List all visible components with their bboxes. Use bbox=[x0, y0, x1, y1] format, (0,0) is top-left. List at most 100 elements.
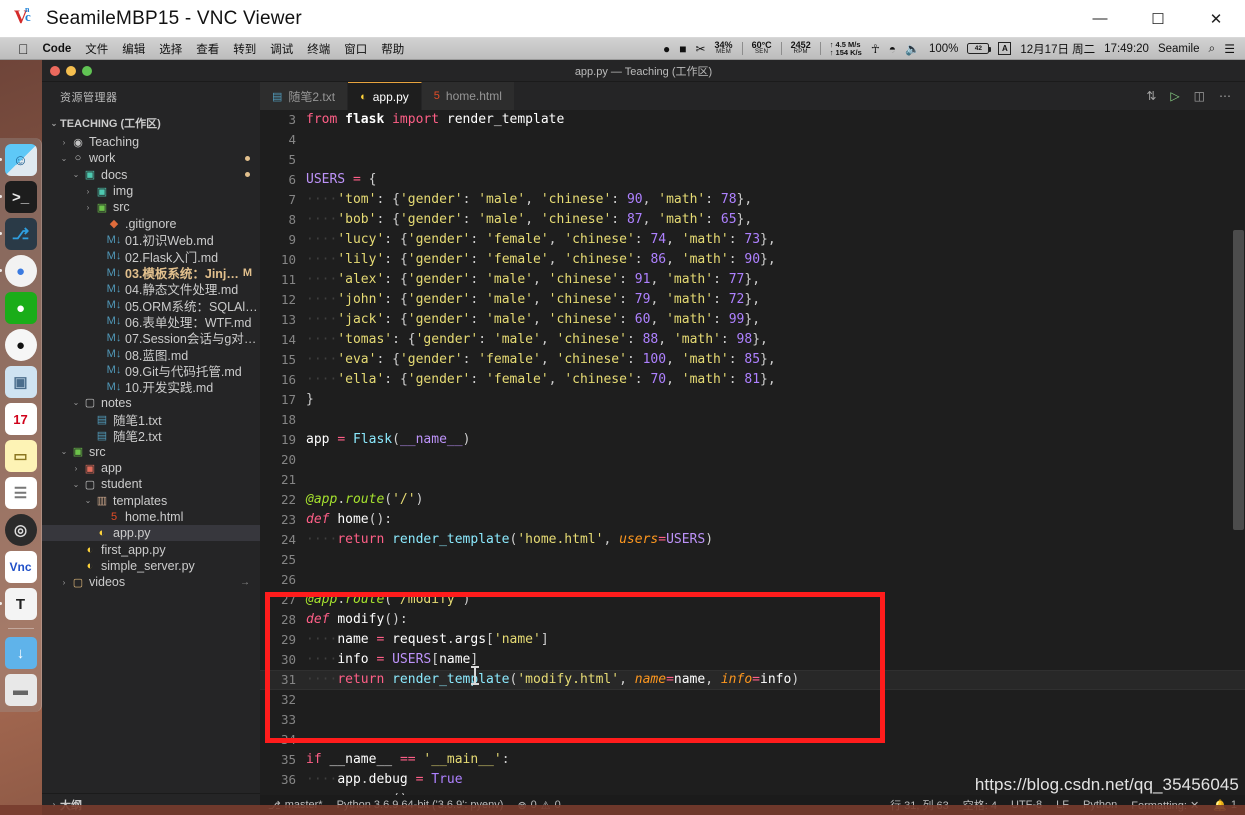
dock-icon-qq[interactable]: ● bbox=[4, 329, 37, 361]
tree-item-08.蓝图.md[interactable]: M↓ 08.蓝图.md bbox=[42, 346, 260, 363]
tree-item-teaching[interactable]: › ◉ Teaching bbox=[42, 134, 260, 150]
chevron-down-icon[interactable]: ⌄ bbox=[70, 170, 82, 179]
chevron-down-icon[interactable]: ⌄ bbox=[58, 154, 70, 163]
chevron-right-icon[interactable]: › bbox=[58, 138, 70, 147]
dock-icon-notes[interactable]: ▭ bbox=[4, 440, 37, 472]
tree-item-templates[interactable]: ⌄ ▥ templates bbox=[42, 493, 260, 509]
tree-item-img[interactable]: › ▣ img bbox=[42, 183, 260, 199]
code-editor[interactable]: 3 from flask import render_template 4 5 6 USE… bbox=[260, 110, 1245, 795]
editor-tab-app.py[interactable]: ◐ app.py bbox=[348, 82, 422, 110]
tree-item-06.表单处理-wtf.md[interactable]: M↓ 06.表单处理：WTF.md bbox=[42, 313, 260, 330]
tree-item-07.session会话与g对象.md[interactable]: M↓07.Session会话与g对象.md bbox=[42, 330, 260, 347]
docker-icon[interactable]: ☥ bbox=[871, 42, 880, 56]
scissors-icon[interactable]: ✂ bbox=[695, 42, 705, 56]
input-source-icon[interactable]: A bbox=[998, 42, 1012, 55]
wifi-icon[interactable]: ◓ bbox=[889, 42, 896, 56]
tree-item-app.py[interactable]: ◐ app.py bbox=[42, 525, 260, 542]
menubar-time[interactable]: 17:49:20 bbox=[1104, 43, 1149, 55]
code-token: 'gender' bbox=[399, 352, 463, 367]
chevron-right-icon[interactable]: › bbox=[70, 464, 82, 473]
tree-item-docs[interactable]: ⌄ ▣ docs bbox=[42, 167, 260, 183]
tree-item-02.flask入门.md[interactable]: M↓ 02.Flask入门.md bbox=[42, 248, 260, 265]
spotlight-search-icon[interactable]: ⌕ bbox=[1209, 41, 1216, 56]
editor-tab-随笔2.txt[interactable]: ▤ 随笔2.txt bbox=[260, 82, 349, 110]
dock-icon-vnc-viewer[interactable]: Vnc bbox=[4, 551, 37, 583]
tree-item-src[interactable]: ⌄ ▣ src bbox=[42, 444, 260, 460]
fan-rpm-indicator[interactable]: 2452 RPM bbox=[791, 40, 811, 56]
tree-item-simple_server.py[interactable]: ◐ simple_server.py bbox=[42, 558, 260, 574]
menu-debug[interactable]: 调试 bbox=[270, 41, 293, 57]
chevron-down-icon[interactable]: ⌄ bbox=[70, 398, 82, 407]
run-python-file-icon[interactable]: ▷ bbox=[1170, 89, 1179, 103]
tree-item-home.html[interactable]: 5 home.html bbox=[42, 509, 260, 525]
tree-item-10.开发实践.md[interactable]: M↓ 10.开发实践.md bbox=[42, 378, 260, 396]
maximize-button[interactable]: ☐ bbox=[1129, 0, 1187, 38]
chevron-down-icon[interactable]: ⌄ bbox=[58, 447, 70, 456]
scrollbar-thumb[interactable] bbox=[1233, 230, 1244, 530]
more-actions-icon[interactable]: ⋯ bbox=[1219, 89, 1231, 103]
dock-icon-vscode[interactable]: ⎇ bbox=[0, 218, 37, 250]
menu-view[interactable]: 查看 bbox=[196, 41, 219, 57]
menu-file[interactable]: 文件 bbox=[85, 41, 108, 57]
dock-icon-downloads[interactable]: ↓ bbox=[4, 637, 37, 669]
control-center-icon[interactable]: ☰ bbox=[1224, 42, 1235, 56]
volume-icon[interactable]: 🔈 bbox=[905, 42, 920, 56]
tree-item-03.模板系统-jinja2.md[interactable]: M↓03.模板系统：Jinja2.mdM bbox=[42, 264, 260, 282]
code-line-12: 12 ····'john': {'gender': 'male', 'chines… bbox=[260, 290, 1245, 310]
chevron-right-icon[interactable]: › bbox=[82, 187, 94, 196]
close-button[interactable]: ✕ bbox=[1187, 0, 1245, 38]
istat-icon[interactable]: ■ bbox=[679, 42, 686, 56]
menu-select[interactable]: 选择 bbox=[159, 41, 182, 57]
code-token: from bbox=[306, 112, 338, 127]
memory-usage-indicator[interactable]: 34% MEM bbox=[715, 40, 733, 56]
dock-icon-finder[interactable]: ☺ bbox=[0, 144, 37, 176]
chevron-down-icon[interactable]: ⌄ bbox=[82, 496, 94, 505]
tree-item-.gitignore[interactable]: ◆ .gitignore bbox=[42, 215, 260, 231]
tree-item-student[interactable]: ⌄ ▢ student bbox=[42, 476, 260, 492]
chevron-right-icon[interactable]: › bbox=[82, 203, 94, 212]
compare-changes-icon[interactable]: ⇅ bbox=[1146, 89, 1156, 103]
split-editor-icon[interactable]: ◫ bbox=[1194, 89, 1205, 103]
editor-tab-home.html[interactable]: 5 home.html bbox=[421, 82, 515, 110]
minimize-button[interactable]: — bbox=[1071, 0, 1129, 38]
chevron-down-icon[interactable]: ⌄ bbox=[70, 480, 82, 489]
dock-icon-reminders[interactable]: ☰ bbox=[4, 477, 37, 509]
tree-item-09.git与代码托管.md[interactable]: M↓ 09.Git与代码托管.md bbox=[42, 362, 260, 379]
workspace-section-header[interactable]: ⌄ TEACHING (工作区) bbox=[42, 112, 260, 134]
tree-item-随笔1.txt[interactable]: ▤ 随笔1.txt bbox=[42, 411, 260, 428]
network-speed-indicator[interactable]: ↑ 4.5 M/s ↑ 154 K/s bbox=[830, 40, 862, 57]
menubar-username[interactable]: Seamile bbox=[1158, 43, 1200, 55]
menubar-date[interactable]: 12月17日 周二 bbox=[1020, 41, 1095, 57]
menu-help[interactable]: 帮助 bbox=[381, 41, 404, 57]
tree-item-随笔2.txt[interactable]: ▤ 随笔2.txt bbox=[42, 427, 260, 444]
dock-icon-obs[interactable]: ◎ bbox=[4, 514, 37, 546]
dock-icon-textedit[interactable]: T bbox=[0, 588, 37, 620]
editor-vertical-scrollbar[interactable] bbox=[1231, 110, 1245, 795]
sensor-temp-indicator[interactable]: 60°C SEN bbox=[752, 40, 772, 56]
menu-window[interactable]: 窗口 bbox=[344, 41, 367, 57]
menu-edit[interactable]: 编辑 bbox=[122, 41, 145, 57]
yinxiang-icon[interactable]: ● bbox=[663, 42, 670, 56]
tree-item-01.初识web.md[interactable]: M↓ 01.初识Web.md bbox=[42, 232, 260, 249]
tree-item-first_app.py[interactable]: ◐ first_app.py bbox=[42, 541, 260, 557]
menu-terminal[interactable]: 终端 bbox=[307, 41, 330, 57]
dock-icon-terminal[interactable]: >_ bbox=[0, 181, 37, 213]
tree-item-04.静态文件处理.md[interactable]: M↓ 04.静态文件处理.md bbox=[42, 281, 260, 298]
tree-item-src[interactable]: › ▣ src bbox=[42, 199, 260, 215]
menu-app-name[interactable]: Code bbox=[43, 43, 72, 55]
dock-icon-trash[interactable]: ▬ bbox=[4, 674, 37, 706]
tree-item-work[interactable]: ⌄ ○ work bbox=[42, 150, 260, 166]
tree-item-notes[interactable]: ⌄ ▢ notes bbox=[42, 395, 260, 411]
apple-menu-icon[interactable]:  bbox=[18, 42, 29, 56]
dock-icon-chrome[interactable]: ● bbox=[0, 255, 37, 287]
dock-icon-calendar[interactable]: 17 bbox=[4, 403, 37, 435]
menu-goto[interactable]: 转到 bbox=[233, 41, 256, 57]
workspace-name: TEACHING (工作区) bbox=[60, 118, 161, 130]
battery-icon[interactable]: 42 bbox=[967, 43, 992, 54]
dock-icon-wechat[interactable]: ● bbox=[4, 292, 37, 324]
chevron-right-icon[interactable]: › bbox=[58, 578, 70, 587]
dock-icon-photos[interactable]: ▣ bbox=[4, 366, 37, 398]
tree-item-videos[interactable]: › ▢ videos → bbox=[42, 574, 260, 590]
tree-item-05.orm系统-sqlalchemy.md[interactable]: M↓05.ORM系统：SQLAlchemy.md bbox=[42, 297, 260, 314]
tree-item-app[interactable]: › ▣ app bbox=[42, 460, 260, 476]
